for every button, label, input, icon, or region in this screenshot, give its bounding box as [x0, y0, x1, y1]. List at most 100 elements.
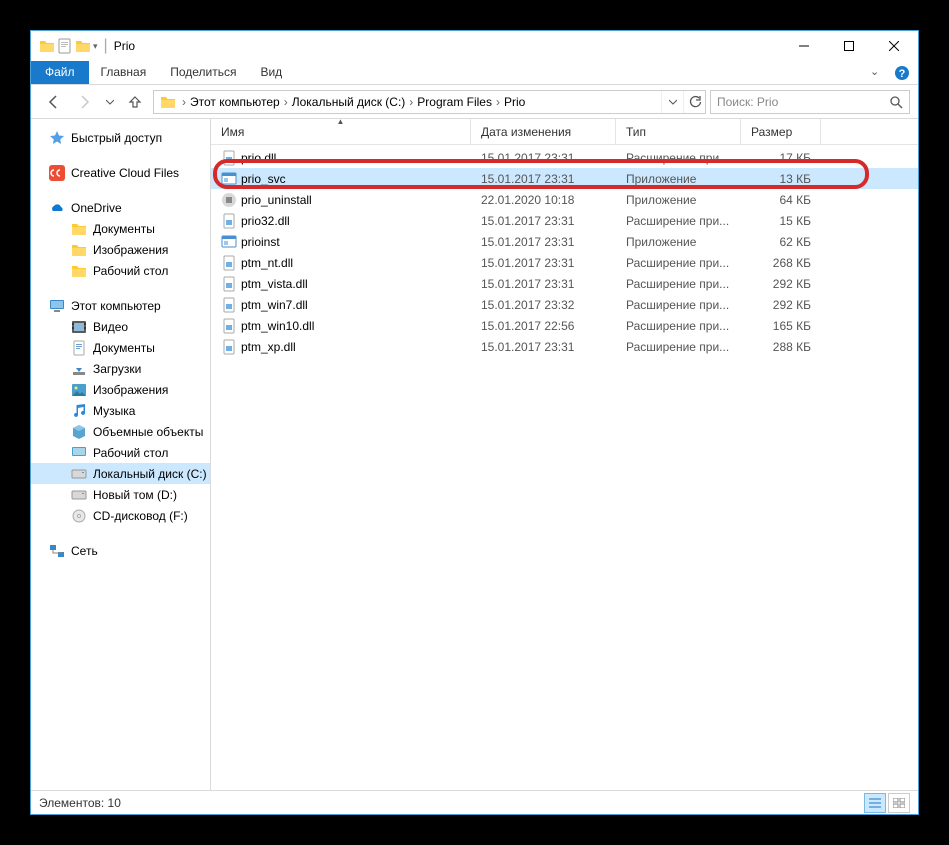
tree-disk-c[interactable]: Локальный диск (C:): [31, 463, 210, 484]
expand-ribbon-icon[interactable]: ⌄: [870, 65, 886, 81]
file-row[interactable]: prioinst 15.01.2017 23:31Приложение62 КБ: [211, 231, 918, 252]
breadcrumb[interactable]: Этот компьютер: [188, 95, 282, 109]
explorer-window: ▾ | Prio Файл Главная Поделиться Вид ⌄ ›…: [30, 30, 919, 815]
titlebar: ▾ | Prio: [31, 31, 918, 61]
search-icon[interactable]: [883, 91, 909, 113]
file-row[interactable]: ptm_win10.dll15.01.2017 22:56Расширение …: [211, 315, 918, 336]
file-row[interactable]: prio32.dll 15.01.2017 23:31Расширение при…: [211, 210, 918, 231]
close-button[interactable]: [871, 32, 916, 61]
ribbon: Файл Главная Поделиться Вид ⌄: [31, 61, 918, 85]
file-row[interactable]: ptm_win7.dll15.01.2017 23:32Расширение п…: [211, 294, 918, 315]
folder-icon[interactable]: [75, 38, 91, 54]
col-size[interactable]: Размер: [741, 119, 821, 144]
file-size: 13 КБ: [741, 172, 821, 186]
file-name: prio_uninstall: [241, 193, 312, 207]
tab-file[interactable]: Файл: [31, 61, 89, 84]
file-icon: [221, 297, 237, 313]
tree-onedrive[interactable]: OneDrive: [31, 197, 210, 218]
file-row[interactable]: ptm_xp.dll15.01.2017 23:31Расширение при…: [211, 336, 918, 357]
back-button[interactable]: [39, 88, 67, 116]
file-name: prio32.dll: [241, 214, 290, 228]
address-bar[interactable]: › Этот компьютер › Локальный диск (C:) ›…: [153, 90, 706, 114]
file-name: prio_svc: [241, 172, 286, 186]
file-row[interactable]: ptm_nt.dll15.01.2017 23:31Расширение при…: [211, 252, 918, 273]
file-date: 15.01.2017 23:31: [471, 340, 616, 354]
folder-icon: [39, 38, 55, 54]
file-size: 62 КБ: [741, 235, 821, 249]
tab-view[interactable]: Вид: [248, 61, 294, 84]
file-icon: [221, 276, 237, 292]
maximize-button[interactable]: [826, 32, 871, 61]
file-icon: [221, 234, 237, 250]
file-icon: [221, 150, 237, 166]
file-size: 292 КБ: [741, 298, 821, 312]
file-date: 15.01.2017 22:56: [471, 319, 616, 333]
file-date: 15.01.2017 23:31: [471, 172, 616, 186]
help-icon[interactable]: [894, 65, 910, 81]
file-type: Расширение при...: [616, 256, 741, 270]
file-size: 64 КБ: [741, 193, 821, 207]
breadcrumb[interactable]: Program Files: [415, 95, 494, 109]
file-type: Расширение при...: [616, 214, 741, 228]
forward-button[interactable]: [71, 88, 99, 116]
file-row[interactable]: prio.dll15.01.2017 23:31Расширение при..…: [211, 147, 918, 168]
navigation-tree[interactable]: Быстрый доступ Creative Cloud Files OneD…: [31, 119, 211, 790]
tab-share[interactable]: Поделиться: [158, 61, 248, 84]
address-dropdown[interactable]: [661, 91, 683, 113]
file-name: ptm_vista.dll: [241, 277, 308, 291]
tree-item[interactable]: Документы: [31, 218, 210, 239]
tree-item[interactable]: Изображения: [31, 239, 210, 260]
file-size: 268 КБ: [741, 256, 821, 270]
history-dropdown[interactable]: [103, 88, 117, 116]
file-type: Расширение при...: [616, 319, 741, 333]
file-type: Приложение: [616, 193, 741, 207]
minimize-button[interactable]: [781, 32, 826, 61]
tree-item[interactable]: Объемные объекты: [31, 421, 210, 442]
file-row[interactable]: prio_uninstall22.01.2020 10:18Приложение…: [211, 189, 918, 210]
tree-item[interactable]: Видео: [31, 316, 210, 337]
tree-item[interactable]: Рабочий стол: [31, 442, 210, 463]
file-size: 15 КБ: [741, 214, 821, 228]
file-name: prioinst: [241, 235, 280, 249]
navigation-bar: › Этот компьютер › Локальный диск (C:) ›…: [31, 85, 918, 119]
file-type: Расширение при...: [616, 298, 741, 312]
file-row[interactable]: prio_svc 15.01.2017 23:31Приложение13 КБ: [211, 168, 918, 189]
tree-item[interactable]: Документы: [31, 337, 210, 358]
refresh-button[interactable]: [683, 91, 705, 113]
details-view-button[interactable]: [864, 793, 886, 813]
file-date: 15.01.2017 23:31: [471, 214, 616, 228]
file-icon: [221, 255, 237, 271]
file-list[interactable]: prio.dll15.01.2017 23:31Расширение при..…: [211, 145, 918, 357]
col-type[interactable]: Тип: [616, 119, 741, 144]
tree-this-pc[interactable]: Этот компьютер: [31, 295, 210, 316]
tree-creative-cloud[interactable]: Creative Cloud Files: [31, 162, 210, 183]
search-box[interactable]: Поиск: Prio: [710, 90, 910, 114]
col-name[interactable]: Имя▲: [211, 119, 471, 144]
tree-disk-f[interactable]: CD-дисковод (F:): [31, 505, 210, 526]
file-name: ptm_win7.dll: [241, 298, 308, 312]
breadcrumb[interactable]: Локальный диск (C:): [290, 95, 408, 109]
tree-item[interactable]: Изображения: [31, 379, 210, 400]
tree-quick-access[interactable]: Быстрый доступ: [31, 127, 210, 148]
tree-item[interactable]: Рабочий стол: [31, 260, 210, 281]
tree-item[interactable]: Загрузки: [31, 358, 210, 379]
properties-icon[interactable]: [57, 38, 73, 54]
file-size: 165 КБ: [741, 319, 821, 333]
file-date: 15.01.2017 23:31: [471, 235, 616, 249]
file-name: ptm_nt.dll: [241, 256, 293, 270]
folder-icon: [160, 94, 176, 110]
tree-network[interactable]: Сеть: [31, 540, 210, 561]
icons-view-button[interactable]: [888, 793, 910, 813]
qat-dropdown-icon[interactable]: ▾: [93, 41, 98, 52]
col-date[interactable]: Дата изменения: [471, 119, 616, 144]
column-headers: Имя▲ Дата изменения Тип Размер: [211, 119, 918, 145]
file-type: Приложение: [616, 235, 741, 249]
breadcrumb[interactable]: Prio: [502, 95, 527, 109]
tree-item[interactable]: Музыка: [31, 400, 210, 421]
file-type: Приложение: [616, 172, 741, 186]
file-row[interactable]: ptm_vista.dll15.01.2017 23:31Расширение …: [211, 273, 918, 294]
up-button[interactable]: [121, 88, 149, 116]
file-type: Расширение при...: [616, 151, 741, 165]
tab-home[interactable]: Главная: [89, 61, 159, 84]
tree-disk-d[interactable]: Новый том (D:): [31, 484, 210, 505]
